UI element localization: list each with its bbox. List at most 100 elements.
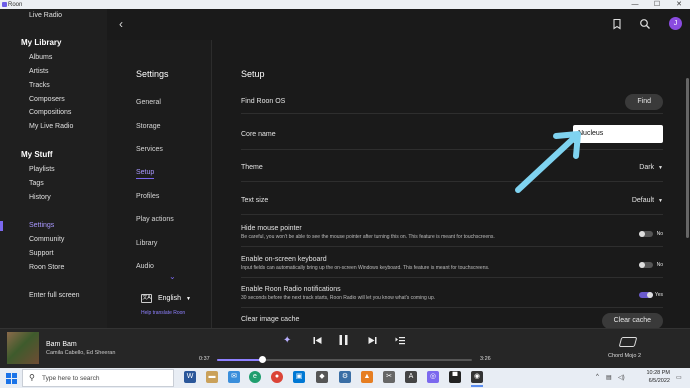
roon-taskbar-icon[interactable]: ◉ bbox=[471, 371, 483, 383]
audio-device-icon[interactable] bbox=[618, 337, 638, 347]
roon-radio-icon[interactable]: ✦ bbox=[283, 335, 291, 346]
theme-dropdown[interactable]: Dark ▼ bbox=[639, 164, 663, 171]
sidebar-item-roon-store[interactable]: Roon Store bbox=[29, 264, 64, 271]
taskbar-search-placeholder: Type here to search bbox=[42, 375, 100, 382]
settings-nav-services[interactable]: Services bbox=[136, 146, 163, 153]
settings-nav-play-actions[interactable]: Play actions bbox=[136, 216, 174, 223]
minimize-button[interactable]: — bbox=[624, 0, 646, 9]
back-arrow-icon[interactable]: ‹ bbox=[119, 17, 123, 31]
track-artist[interactable]: Camila Cabello, Ed Sheeran bbox=[46, 350, 115, 356]
hide-mouse-toggle[interactable] bbox=[639, 231, 653, 237]
store-icon[interactable]: ▣ bbox=[293, 371, 305, 383]
radio-notifications-desc: 30 seconds before the next track starts,… bbox=[241, 295, 436, 301]
sidebar-item-albums[interactable]: Albums bbox=[29, 54, 52, 61]
sidebar-item-support[interactable]: Support bbox=[29, 250, 54, 257]
seek-bar-fill bbox=[217, 359, 263, 361]
queue-icon[interactable] bbox=[395, 336, 405, 345]
settings-nav-storage[interactable]: Storage bbox=[136, 123, 161, 130]
translate-icon: 文A bbox=[141, 294, 152, 303]
roon-window: Roon — ☐ ✕ Live Radio My Library Albums … bbox=[0, 0, 690, 388]
app-icon[interactable]: A bbox=[405, 371, 417, 383]
seek-bar[interactable] bbox=[217, 356, 472, 363]
chrome-icon[interactable]: ● bbox=[271, 371, 283, 383]
settings-nav-setup[interactable]: Setup bbox=[136, 169, 155, 179]
taskbar-clock[interactable]: 10:28 PM 6/5/2022 bbox=[632, 370, 670, 385]
tray-chevron-icon[interactable]: ^ bbox=[596, 374, 599, 380]
settings-nav-library[interactable]: Library bbox=[136, 240, 157, 247]
avatar[interactable]: J bbox=[669, 17, 682, 30]
search-icon: ⚲ bbox=[29, 373, 35, 382]
mail-icon[interactable]: ✉ bbox=[228, 371, 240, 383]
close-button[interactable]: ✕ bbox=[668, 0, 690, 9]
enter-full-screen-button[interactable]: Enter full screen bbox=[29, 292, 80, 299]
text-size-dropdown[interactable]: Default ▼ bbox=[632, 197, 663, 204]
edge-icon[interactable]: e bbox=[249, 371, 261, 383]
language-selector[interactable]: 文A English ▼ bbox=[141, 294, 191, 303]
app-icon[interactable]: ▀ bbox=[449, 371, 461, 383]
pause-icon[interactable] bbox=[338, 334, 349, 346]
theme-row: Theme Dark ▼ bbox=[241, 157, 663, 182]
sidebar-item-playlists[interactable]: Playlists bbox=[29, 166, 55, 173]
app-icon[interactable]: ✂ bbox=[383, 371, 395, 383]
app-icon[interactable]: ◎ bbox=[427, 371, 439, 383]
track-duration: 3:26 bbox=[480, 356, 491, 362]
onscreen-keyboard-toggle[interactable] bbox=[639, 262, 653, 268]
album-cover[interactable] bbox=[7, 332, 39, 364]
search-icon[interactable] bbox=[639, 18, 651, 30]
clear-cache-row: Clear image cache Clear cache bbox=[241, 313, 663, 328]
sidebar-item-composers[interactable]: Composers bbox=[29, 96, 65, 103]
sidebar-item-tracks[interactable]: Tracks bbox=[29, 82, 50, 89]
setup-panel: Setup Find Roon OS Find Core name Nucleu… bbox=[213, 40, 683, 328]
app-icon[interactable]: ◆ bbox=[316, 371, 328, 383]
sidebar-item-live-radio[interactable]: Live Radio bbox=[29, 12, 62, 19]
scrollbar-thumb[interactable] bbox=[686, 78, 689, 238]
onscreen-keyboard-state: No bbox=[656, 262, 663, 268]
previous-track-icon[interactable] bbox=[313, 336, 322, 345]
maximize-button[interactable]: ☐ bbox=[646, 0, 668, 9]
photos-icon[interactable]: ▲ bbox=[361, 371, 373, 383]
page-title: Setup bbox=[241, 69, 265, 79]
clear-cache-button[interactable]: Clear cache bbox=[601, 313, 663, 328]
sidebar-heading-my-library: My Library bbox=[21, 38, 62, 47]
toggle-knob bbox=[639, 262, 645, 268]
sidebar-item-compositions[interactable]: Compositions bbox=[29, 109, 71, 116]
seek-bar-knob[interactable] bbox=[259, 356, 267, 363]
find-button[interactable]: Find bbox=[625, 94, 663, 110]
settings-nav-audio[interactable]: Audio bbox=[136, 263, 154, 270]
settings-app-icon[interactable]: ⚙ bbox=[339, 371, 351, 383]
sidebar-item-community[interactable]: Community bbox=[29, 236, 64, 243]
help-translate-link[interactable]: Help translate Roon bbox=[141, 310, 185, 316]
volume-icon[interactable]: ◁) bbox=[618, 374, 625, 381]
track-title[interactable]: Bam Bam bbox=[46, 341, 77, 348]
theme-value: Dark bbox=[639, 164, 655, 171]
sidebar-item-history[interactable]: History bbox=[29, 194, 51, 201]
settings-nav-general[interactable]: General bbox=[136, 99, 161, 106]
sidebar-item-artists[interactable]: Artists bbox=[29, 68, 48, 75]
radio-notifications-row: Enable Roon Radio notifications 30 secon… bbox=[241, 283, 663, 308]
settings-nav-profiles[interactable]: Profiles bbox=[136, 193, 159, 200]
settings-title: Settings bbox=[136, 69, 169, 79]
scrollbar[interactable] bbox=[684, 40, 690, 328]
network-icon[interactable]: ▤ bbox=[606, 374, 612, 381]
window-title: Roon bbox=[8, 1, 23, 8]
sidebar-item-settings[interactable]: Settings bbox=[29, 222, 54, 229]
window-controls: — ☐ ✕ bbox=[624, 0, 690, 9]
next-track-icon[interactable] bbox=[368, 336, 377, 345]
onscreen-keyboard-label: Enable on-screen keyboard bbox=[241, 256, 327, 263]
windows-start-icon[interactable] bbox=[6, 373, 17, 384]
notification-icon[interactable]: ▭ bbox=[676, 374, 682, 381]
word-icon[interactable]: W bbox=[184, 371, 196, 383]
hide-mouse-desc: Be careful, you won't be able to see the… bbox=[241, 234, 495, 240]
radio-notifications-label: Enable Roon Radio notifications bbox=[241, 286, 341, 293]
active-app-indicator bbox=[471, 385, 483, 387]
clock-time: 10:28 PM bbox=[646, 370, 670, 376]
sidebar-item-my-live-radio[interactable]: My Live Radio bbox=[29, 123, 73, 130]
radio-notifications-toggle[interactable] bbox=[639, 292, 653, 298]
file-explorer-icon[interactable]: ▬ bbox=[206, 371, 218, 383]
bookmark-icon[interactable] bbox=[611, 18, 623, 30]
sidebar-item-tags[interactable]: Tags bbox=[29, 180, 44, 187]
annotation-arrow-icon bbox=[515, 131, 581, 193]
taskbar-search-input[interactable]: ⚲ Type here to search bbox=[22, 369, 174, 387]
scroll-down-chevron-icon[interactable]: ⌄ bbox=[169, 272, 176, 281]
zone-name[interactable]: Chord Mojo 2 bbox=[608, 353, 641, 359]
